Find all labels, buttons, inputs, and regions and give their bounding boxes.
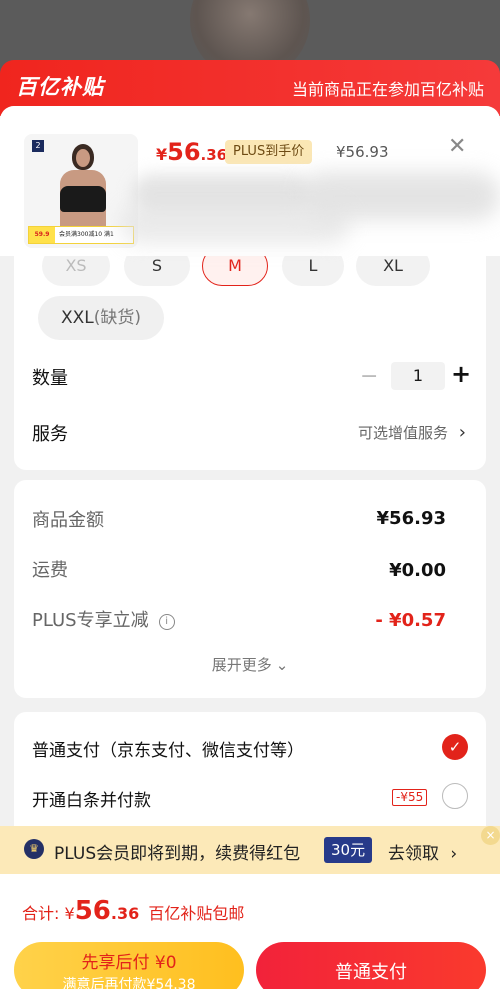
chevron-right-icon: › — [450, 844, 458, 864]
price-decimal: .36 — [200, 146, 228, 164]
model-face — [76, 149, 90, 167]
service-selector[interactable]: 可选增值服务 › — [358, 422, 466, 443]
plus-price-chip: PLUS到手价 — [225, 140, 313, 164]
thumbnail-tag-price: 59.9 — [29, 227, 55, 243]
quantity-plus-button[interactable]: + — [451, 360, 471, 388]
free-shipping-note: 百亿补贴包邮 — [148, 904, 245, 923]
size-option-xxl[interactable]: XXL(缺货) — [38, 296, 164, 340]
baitiao-pay-label[interactable]: 开通白条并付款 — [32, 786, 151, 811]
banner-note: 当前商品正在参加百亿补贴 — [291, 80, 484, 99]
unchecked-circle-icon[interactable] — [442, 783, 468, 809]
total-integer: 56 — [74, 896, 111, 926]
chevron-down-icon: ⌄ — [275, 656, 289, 674]
brand-logo: 百亿补贴 — [16, 75, 104, 99]
quantity-input[interactable]: 1 — [391, 362, 445, 390]
normal-pay-label[interactable]: 普通支付（京东支付、微信支付等） — [32, 736, 304, 761]
red-packet-amount: 30元 — [324, 837, 373, 863]
baitiao-discount-tag: -¥55 — [392, 789, 428, 806]
thumbnail-tag-text: 会员满300减10 满1 — [59, 231, 114, 238]
pay-later-title: 先享后付 ¥0 — [81, 953, 177, 973]
close-icon[interactable]: ✕ — [448, 136, 466, 158]
pay-later-button[interactable]: 先享后付 ¥0 满意后再付款¥54.38 — [14, 942, 244, 989]
info-icon[interactable]: i — [158, 614, 175, 630]
product-header: 2 59.9 会员满300减10 满1 ¥56.36 PLUS到手价 ¥56.9… — [0, 106, 500, 256]
service-value: 可选增值服务 — [358, 424, 449, 442]
checkout-bar: 合计: ¥56.36 百亿补贴包邮 先享后付 ¥0 满意后再付款¥54.38 普… — [0, 874, 500, 989]
plus-discount-value: - ¥0.57 — [375, 610, 446, 631]
thumbnail-promo-tag: 59.9 会员满300减10 满1 — [28, 226, 134, 244]
plus-renewal-text: PLUS会员即将到期，续费得红包 — [54, 844, 301, 864]
current-price: ¥56.36 — [156, 138, 227, 166]
purchase-sheet: 2 59.9 会员满300减10 满1 ¥56.36 PLUS到手价 ¥56.9… — [0, 106, 500, 989]
goods-amount-value: ¥56.93 — [376, 508, 446, 529]
plus-discount-row: PLUS专享立减 i — [32, 606, 175, 632]
order-total: 合计: ¥56.36 百亿补贴包邮 — [22, 896, 244, 926]
shipping-value: ¥0.00 — [389, 560, 446, 581]
plus-renewal-bar[interactable]: ♛ PLUS会员即将到期，续费得红包 30元 去领取 › × — [0, 826, 500, 874]
out-of-stock-label: (缺货) — [93, 308, 142, 328]
total-label: 合计: — [22, 904, 60, 923]
sports-bra-image — [60, 186, 106, 212]
plus-discount-label: PLUS专享立减 — [32, 610, 149, 631]
spec-card: XS S M L XL XXL(缺货) 数量 − 1 + 服务 可选增值服务 › — [14, 246, 486, 470]
normal-pay-button[interactable]: 普通支付 — [256, 942, 486, 989]
price-integer: 56 — [167, 138, 201, 166]
fee-card: 商品金额 ¥56.93 运费 ¥0.00 PLUS专享立减 i - ¥0.57 展… — [14, 480, 486, 698]
blurred-content — [120, 204, 350, 244]
expand-more-label: 展开更多 — [211, 656, 272, 674]
checked-circle-icon[interactable]: ✓ — [442, 734, 468, 760]
total-decimal: .36 — [110, 904, 140, 923]
shipping-label: 运费 — [32, 560, 68, 581]
goods-amount-label: 商品金额 — [32, 510, 104, 531]
quantity-minus-button[interactable]: − — [360, 364, 378, 389]
claim-link[interactable]: 去领取 › — [388, 839, 457, 864]
claim-link-label: 去领取 — [388, 844, 439, 864]
brand-badge: 2 — [32, 140, 44, 152]
expand-more-link[interactable]: 展开更多 ⌄ — [14, 654, 486, 675]
close-icon[interactable]: × — [481, 826, 500, 845]
pay-later-subtitle: 满意后再付款¥54.38 — [62, 977, 196, 989]
total-currency: ¥ — [64, 904, 75, 923]
original-price: ¥56.93 — [336, 143, 389, 161]
size-xxl-label: XXL — [60, 308, 94, 328]
quantity-label: 数量 — [32, 368, 68, 389]
service-label: 服务 — [32, 424, 68, 445]
chevron-right-icon: › — [458, 422, 466, 443]
crown-icon: ♛ — [24, 839, 44, 859]
price-currency: ¥ — [156, 145, 168, 164]
